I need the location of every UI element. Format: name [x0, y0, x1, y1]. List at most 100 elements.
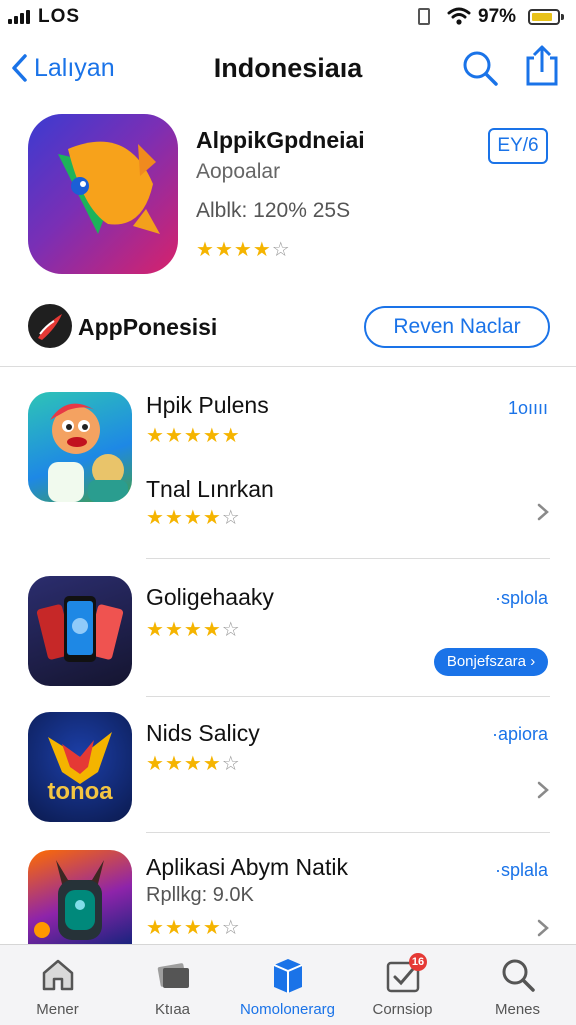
list-item-icon[interactable]	[28, 576, 132, 686]
tab-search[interactable]: Menes	[460, 955, 575, 1018]
star-filled-icon: ★	[146, 425, 164, 447]
star-filled-icon: ★	[164, 425, 183, 447]
home-icon	[42, 959, 73, 991]
list-item-title: Tnal Lınrkan	[146, 476, 274, 502]
star-filled-icon: ★	[214, 239, 233, 261]
icon-wordmark: tonoa	[47, 778, 113, 805]
app-name: AlppikGpdneiai	[196, 127, 365, 153]
search-icon[interactable]	[460, 48, 500, 88]
share-icon[interactable]	[522, 44, 562, 88]
tab-bar: Mener Ktıaa Nomolonerarg 16 Cornsiop Men…	[0, 944, 576, 1025]
signal-icon	[8, 10, 34, 24]
star-filled-icon: ★	[183, 917, 202, 939]
tab-home[interactable]: Mener	[0, 955, 115, 1018]
list-item-icon[interactable]: tonoa	[28, 712, 132, 822]
apps-icon	[273, 959, 302, 993]
star-filled-icon: ★	[183, 753, 202, 775]
cards-icon	[157, 963, 189, 988]
chevron-right-icon[interactable]	[536, 502, 550, 522]
battery-icon	[528, 9, 560, 25]
back-button[interactable]: Lalıyan	[10, 50, 115, 86]
carrier-label: LOS	[38, 6, 81, 27]
get-button[interactable]: EY/6	[488, 128, 548, 164]
battery-percent: 97%	[478, 6, 517, 27]
star-filled-icon: ★	[146, 507, 164, 529]
developer-logo	[28, 304, 72, 348]
promo-pill-button[interactable]: Bonjefszara ›	[434, 648, 548, 676]
star-filled-icon: ★	[146, 619, 164, 641]
brush-logo-icon	[38, 314, 62, 340]
chevron-left-icon	[12, 54, 27, 82]
wifi-icon	[447, 7, 471, 25]
star-rating: ★ ★ ★ ★ ☆	[146, 754, 240, 774]
tab-label: Cornsiop	[372, 1001, 433, 1018]
star-filled-icon: ★	[164, 753, 183, 775]
list-item-title: Aplikasi Abym Natik	[146, 854, 348, 880]
tab-label: Nomolonerarg	[239, 1001, 336, 1018]
divider	[146, 696, 550, 697]
chevron-right-icon[interactable]	[536, 918, 550, 938]
star-rating: ★ ★ ★ ★ ★	[146, 426, 240, 446]
developer-name: AppPonesisi	[78, 314, 218, 340]
star-rating: ★ ★ ★ ★ ☆	[196, 240, 290, 260]
star-filled-icon: ★	[146, 917, 164, 939]
star-filled-icon: ★	[221, 425, 240, 447]
star-empty-icon: ☆	[271, 239, 290, 261]
sim-icon	[418, 8, 430, 25]
star-filled-icon: ★	[202, 425, 221, 447]
app-icon[interactable]	[28, 114, 178, 274]
star-empty-icon: ☆	[221, 619, 240, 641]
app-meta: Alblk: 120% 25S	[196, 199, 351, 222]
star-rating: ★ ★ ★ ★ ☆	[146, 508, 240, 528]
list-item-icon[interactable]	[28, 850, 132, 944]
tab-updates[interactable]: 16 Cornsiop	[345, 953, 460, 1018]
star-empty-icon: ☆	[221, 507, 240, 529]
chevron-right-icon[interactable]	[536, 780, 550, 800]
star-rating: ★ ★ ★ ★ ☆	[146, 918, 240, 938]
star-filled-icon: ★	[183, 425, 202, 447]
list-item-meta: ·apiora	[491, 724, 548, 744]
battery-tip	[561, 14, 564, 20]
list-item-meta: 1oıııı	[507, 398, 548, 418]
list-item-meta: ·splala	[494, 860, 548, 880]
star-rating: ★ ★ ★ ★ ☆	[146, 620, 240, 640]
page-title: Indonesiaıa	[213, 53, 363, 83]
star-filled-icon: ★	[196, 239, 214, 261]
list-item-title: Hpik Pulens	[146, 392, 269, 418]
tab-label: Menes	[494, 1001, 541, 1018]
fish-logo-icon	[58, 141, 160, 234]
notification-badge: 16	[409, 953, 427, 971]
tab-label: Ktıaa	[154, 1001, 191, 1018]
star-filled-icon: ★	[202, 619, 221, 641]
list-item-subtitle: Rpllkg: 9.0K	[146, 884, 254, 906]
star-empty-icon: ☆	[221, 753, 240, 775]
star-filled-icon: ★	[164, 619, 183, 641]
divider	[146, 558, 550, 559]
search-icon	[502, 959, 535, 992]
star-filled-icon: ★	[233, 239, 252, 261]
phones-icon	[36, 596, 124, 662]
tab-cards[interactable]: Ktıaa	[115, 955, 230, 1018]
star-filled-icon: ★	[202, 507, 221, 529]
star-filled-icon: ★	[202, 917, 221, 939]
star-filled-icon: ★	[164, 917, 183, 939]
star-empty-icon: ☆	[221, 917, 240, 939]
tab-label: Mener	[36, 1001, 79, 1018]
list-item-icon[interactable]	[28, 392, 132, 502]
star-filled-icon: ★	[164, 507, 183, 529]
status-bar: LOS 97%	[0, 0, 576, 34]
star-filled-icon: ★	[202, 753, 221, 775]
review-button[interactable]: Reven Naclar	[364, 306, 550, 348]
star-filled-icon: ★	[252, 239, 271, 261]
app-subtitle: Aopoalar	[196, 160, 281, 183]
list-item-title: Nids Salicy	[146, 720, 260, 746]
robot-character-icon	[34, 860, 104, 940]
star-filled-icon: ★	[183, 507, 202, 529]
divider	[146, 832, 550, 833]
list-item-title: Goligehaaky	[146, 584, 274, 610]
divider	[0, 366, 576, 367]
star-filled-icon: ★	[146, 753, 164, 775]
tab-apps[interactable]: Nomolonerarg	[230, 955, 345, 1018]
star-filled-icon: ★	[183, 619, 202, 641]
cartoon-characters-icon	[48, 403, 128, 502]
